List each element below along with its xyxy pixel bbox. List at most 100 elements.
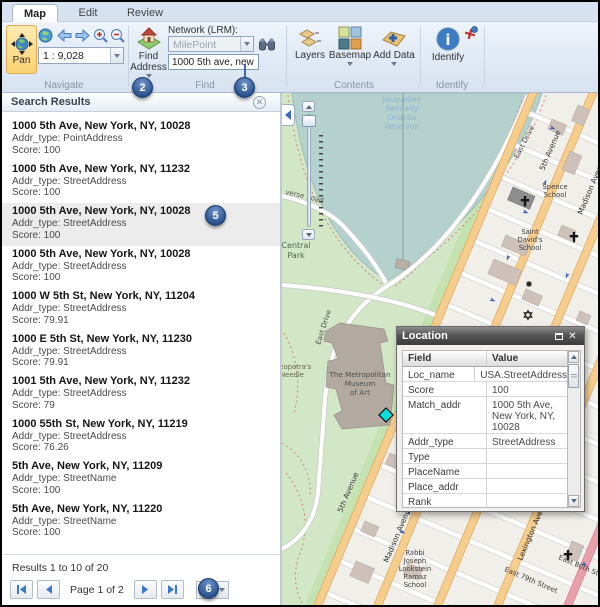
result-score: Score: 100 <box>12 272 270 284</box>
search-result-item[interactable]: 1000 5th Ave, New York, NY, 11232 Addr_t… <box>2 161 280 204</box>
forward-extent-button[interactable] <box>74 27 91 44</box>
zoom-in-button[interactable] <box>92 27 109 44</box>
find-address-button[interactable]: Find Address <box>130 25 167 83</box>
attribute-value <box>487 479 567 493</box>
zoom-slider-up-button[interactable] <box>302 101 315 112</box>
previous-page-icon <box>44 585 53 594</box>
scrollbar-up-button[interactable] <box>568 351 579 363</box>
result-addr-type: Addr_type: StreetName <box>12 473 270 485</box>
maximize-icon[interactable] <box>555 333 563 340</box>
back-extent-button[interactable] <box>56 27 73 44</box>
previous-page-button[interactable] <box>37 580 60 599</box>
add-data-label: Add Data <box>373 50 415 61</box>
basemap-dropdown-icon <box>347 62 353 66</box>
attribute-field: Type <box>403 449 487 463</box>
binoculars-icon <box>259 38 275 51</box>
result-addr-type: Addr_type: StreetAddress <box>12 346 270 358</box>
attribute-row[interactable]: Type <box>403 449 567 464</box>
map-viewport[interactable]: Jacqueline Kennedy Onassis Reservoir Cen… <box>282 93 598 605</box>
zoom-slider-thumb[interactable] <box>302 115 316 127</box>
svg-text:Jacqueline: Jacqueline <box>382 95 422 104</box>
search-result-item[interactable]: 5th Ave, New York, NY, 11209 Addr_type: … <box>2 458 280 501</box>
close-panel-icon[interactable]: ✕ <box>253 96 266 109</box>
tab-edit[interactable]: Edit <box>66 4 110 22</box>
tab-review[interactable]: Review <box>118 4 172 22</box>
pagination: Page 1 of 2 1 <box>10 580 280 599</box>
svg-text:Needle: Needle <box>282 371 304 379</box>
search-result-item[interactable]: 1000 W 5th St, New York, NY, 11204 Addr_… <box>2 288 280 331</box>
zoom-in-icon <box>93 28 108 43</box>
basemap-icon <box>338 26 362 50</box>
pan-label: Pan <box>13 55 31 66</box>
value-column-header: Value <box>487 351 567 366</box>
close-icon[interactable]: ✕ <box>566 331 579 342</box>
result-score: Score: 100 <box>12 230 270 242</box>
ribbon: Map Edit Review Pan <box>2 2 598 93</box>
network-combo[interactable]: MilePoint <box>168 36 254 52</box>
attribute-row[interactable]: PlaceName <box>403 464 567 479</box>
svg-text:Onassis: Onassis <box>387 113 416 122</box>
attribute-field: Rank <box>403 494 487 508</box>
attribute-row[interactable]: Score 100 <box>403 382 567 397</box>
attribute-field: Match_addr <box>403 397 487 433</box>
attribute-field: Score <box>403 382 487 396</box>
full-extent-button[interactable] <box>37 27 54 44</box>
svg-text:Reservoir: Reservoir <box>384 122 420 131</box>
basemap-button[interactable]: Basemap <box>330 26 370 66</box>
search-result-item[interactable]: 1000 E 5th St, New York, NY, 11230 Addr_… <box>2 331 280 374</box>
add-data-dropdown-icon <box>391 62 397 66</box>
scale-combo[interactable]: 1 : 9,028 <box>38 47 124 64</box>
scale-dropdown-arrow[interactable] <box>110 48 123 63</box>
last-page-button[interactable] <box>161 580 184 599</box>
tab-map[interactable]: Map <box>12 4 58 22</box>
result-score: Score: 79.91 <box>12 315 270 327</box>
result-address: 1000 W 5th St, New York, NY, 11204 <box>12 290 270 303</box>
search-result-item[interactable]: 1000 5th Ave, New York, NY, 10028 Addr_t… <box>2 118 280 161</box>
search-result-item[interactable]: 1000 55th St, New York, NY, 11219 Addr_t… <box>2 416 280 459</box>
location-popup-titlebar[interactable]: Location ✕ <box>397 327 584 345</box>
attribute-table: Field Value Loc_name USA.StreetAddress <box>402 350 568 508</box>
search-result-item[interactable]: 1001 5th Ave, New York, NY, 11232 Addr_t… <box>2 373 280 416</box>
attribute-row[interactable]: Loc_name USA.StreetAddress <box>403 367 567 382</box>
result-address: 5th Ave, New York, NY, 11209 <box>12 460 270 473</box>
attribute-value <box>487 494 567 508</box>
search-result-item[interactable]: 1000 5th Ave, New York, NY, 10028 Addr_t… <box>2 203 280 246</box>
popup-scrollbar[interactable] <box>568 350 581 508</box>
contents-group-label: Contents <box>292 80 416 91</box>
layers-button[interactable]: Layers <box>292 26 328 61</box>
result-address: 1000 5th Ave, New York, NY, 10028 <box>12 120 270 133</box>
attribute-row[interactable]: Place_addr <box>403 479 567 494</box>
results-summary: Results 1 to 10 of 20 <box>2 555 280 574</box>
next-page-button[interactable] <box>134 580 157 599</box>
attribute-value: 1000 5th Ave, New York, NY, 10028 <box>487 397 567 433</box>
location-popup-body: Field Value Loc_name USA.StreetAddress <box>402 350 581 508</box>
zoom-slider-down-button[interactable] <box>302 229 315 240</box>
zoom-slider-ticks <box>319 135 323 227</box>
chevron-left-icon <box>285 110 291 120</box>
next-page-icon <box>141 585 150 594</box>
add-data-button[interactable]: Add Data <box>372 26 416 66</box>
pan-button[interactable]: Pan <box>6 25 37 74</box>
attribute-field: Place_addr <box>403 479 487 493</box>
scrollbar-down-button[interactable] <box>568 495 579 507</box>
svg-text:Park: Park <box>287 251 305 260</box>
attribute-row[interactable]: Rank <box>403 494 567 508</box>
svg-text:Lookstein: Lookstein <box>399 565 432 573</box>
find-button[interactable] <box>258 36 275 53</box>
svg-text:Ramaz: Ramaz <box>403 573 427 581</box>
attribute-row[interactable]: Addr_type StreetAddress <box>403 434 567 449</box>
result-address: 1000 5th Ave, New York, NY, 11232 <box>12 163 270 176</box>
scrollbar-thumb[interactable] <box>568 364 579 388</box>
scale-value: 1 : 9,028 <box>39 48 110 63</box>
attribute-row[interactable]: Match_addr 1000 5th Ave, New York, NY, 1… <box>403 397 567 434</box>
attribute-field: Loc_name <box>403 367 475 381</box>
collapse-panel-button[interactable] <box>282 104 295 126</box>
callout-badge-5: 5 <box>205 205 226 226</box>
zoom-slider-track[interactable] <box>307 114 311 227</box>
search-result-item[interactable]: 5th Ave, New York, NY, 11220 Addr_type: … <box>2 501 280 544</box>
zoom-out-button[interactable] <box>109 27 126 44</box>
search-result-item[interactable]: 1000 5th Ave, New York, NY, 10028 Addr_t… <box>2 246 280 289</box>
network-dropdown-arrow[interactable] <box>240 37 253 51</box>
first-page-button[interactable] <box>10 580 33 599</box>
identify-options-button[interactable] <box>462 25 479 42</box>
